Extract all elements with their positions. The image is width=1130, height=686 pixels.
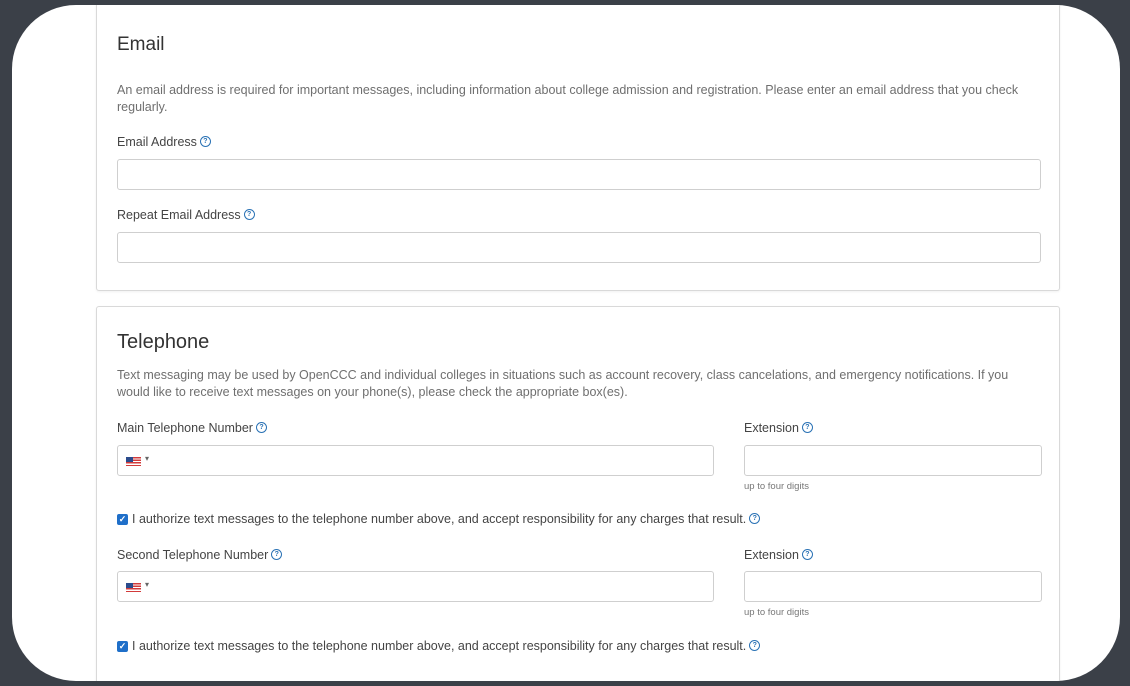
- main-extension-label: Extension: [744, 421, 799, 435]
- help-icon[interactable]: ?: [243, 209, 255, 221]
- help-icon[interactable]: ?: [801, 422, 813, 434]
- second-extension-input[interactable]: [744, 571, 1042, 602]
- second-telephone-input[interactable]: ▾: [117, 571, 714, 602]
- email-panel: Email An email address is required for i…: [96, 5, 1060, 291]
- chevron-down-icon[interactable]: ▾: [145, 454, 149, 463]
- main-telephone-label-row: Main Telephone Number?: [117, 421, 267, 435]
- chevron-down-icon[interactable]: ▾: [145, 580, 149, 589]
- screen-frame: Email An email address is required for i…: [12, 5, 1120, 681]
- email-address-input[interactable]: [117, 159, 1041, 190]
- us-flag-icon[interactable]: [126, 583, 141, 592]
- help-icon[interactable]: ?: [271, 549, 283, 561]
- main-authorize-label-row: I authorize text messages to the telepho…: [132, 512, 761, 526]
- telephone-section-description: Text messaging may be used by OpenCCC an…: [117, 368, 1009, 399]
- main-extension-label-row: Extension?: [744, 421, 813, 435]
- second-telephone-label: Second Telephone Number: [117, 548, 269, 562]
- email-address-label: Email Address: [117, 135, 197, 149]
- help-icon[interactable]: ?: [199, 136, 211, 148]
- repeat-email-label: Repeat Email Address: [117, 208, 241, 222]
- email-section-title: Email: [117, 34, 165, 55]
- second-telephone-label-row: Second Telephone Number?: [117, 548, 283, 562]
- help-icon[interactable]: ?: [749, 640, 761, 652]
- email-section-description: An email address is required for importa…: [117, 83, 1019, 114]
- second-extension-hint: up to four digits: [744, 607, 809, 618]
- main-extension-input[interactable]: [744, 445, 1042, 476]
- second-authorize-text: I authorize text messages to the telepho…: [132, 639, 747, 653]
- main-authorize-checkbox[interactable]: ✓: [117, 514, 128, 525]
- telephone-panel: Telephone Text messaging may be used by …: [96, 306, 1060, 681]
- main-telephone-input[interactable]: ▾: [117, 445, 714, 476]
- main-telephone-label: Main Telephone Number: [117, 421, 253, 435]
- help-icon[interactable]: ?: [801, 549, 813, 561]
- second-extension-label: Extension: [744, 548, 799, 562]
- repeat-email-label-row: Repeat Email Address?: [117, 208, 255, 222]
- telephone-section-title: Telephone: [117, 331, 210, 353]
- second-authorize-checkbox[interactable]: ✓: [117, 641, 128, 652]
- us-flag-icon[interactable]: [126, 457, 141, 466]
- help-icon[interactable]: ?: [749, 513, 761, 525]
- second-authorize-label-row: I authorize text messages to the telepho…: [132, 639, 761, 653]
- email-address-label-row: Email Address?: [117, 135, 211, 149]
- help-icon[interactable]: ?: [255, 422, 267, 434]
- second-extension-label-row: Extension?: [744, 548, 813, 562]
- main-extension-hint: up to four digits: [744, 481, 809, 492]
- repeat-email-input[interactable]: [117, 232, 1041, 263]
- main-authorize-text: I authorize text messages to the telepho…: [132, 512, 747, 526]
